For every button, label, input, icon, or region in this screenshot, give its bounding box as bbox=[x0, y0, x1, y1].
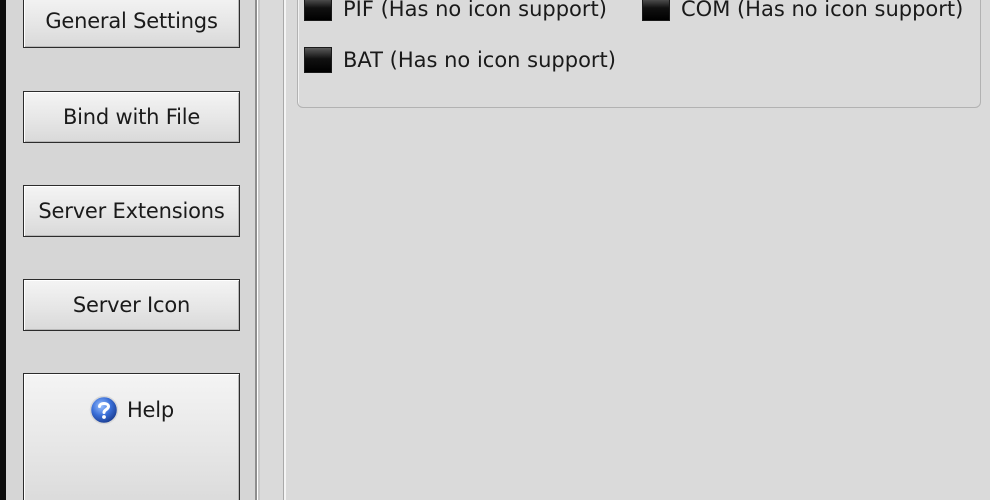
general-settings-button[interactable]: General Settings bbox=[23, 0, 240, 48]
extension-option-pif[interactable]: PIF (Has no icon support) bbox=[304, 0, 607, 21]
pif-label: PIF (Has no icon support) bbox=[343, 0, 607, 21]
help-button[interactable]: Help bbox=[23, 373, 240, 500]
server-extensions-button[interactable]: Server Extensions bbox=[23, 185, 240, 237]
server-extensions-label: Server Extensions bbox=[38, 199, 225, 223]
general-settings-label: General Settings bbox=[45, 9, 218, 33]
help-question-icon bbox=[89, 395, 119, 425]
bind-with-file-button[interactable]: Bind with File bbox=[23, 91, 240, 143]
bat-label: BAT (Has no icon support) bbox=[343, 48, 616, 72]
help-content: Help bbox=[89, 395, 174, 425]
main-panel-edge bbox=[283, 0, 286, 500]
server-icon-button[interactable]: Server Icon bbox=[23, 279, 240, 331]
extension-option-bat[interactable]: BAT (Has no icon support) bbox=[304, 47, 616, 73]
bat-checkbox[interactable] bbox=[304, 47, 332, 73]
server-icon-label: Server Icon bbox=[72, 293, 191, 317]
bind-with-file-label: Bind with File bbox=[62, 105, 201, 129]
extension-option-com[interactable]: COM (Has no icon support) bbox=[642, 0, 963, 21]
app-window: General Settings Bind with File Server E… bbox=[0, 0, 990, 500]
com-checkbox[interactable] bbox=[642, 0, 670, 21]
help-label: Help bbox=[126, 398, 175, 422]
pif-checkbox[interactable] bbox=[304, 0, 332, 21]
com-label: COM (Has no icon support) bbox=[681, 0, 964, 21]
